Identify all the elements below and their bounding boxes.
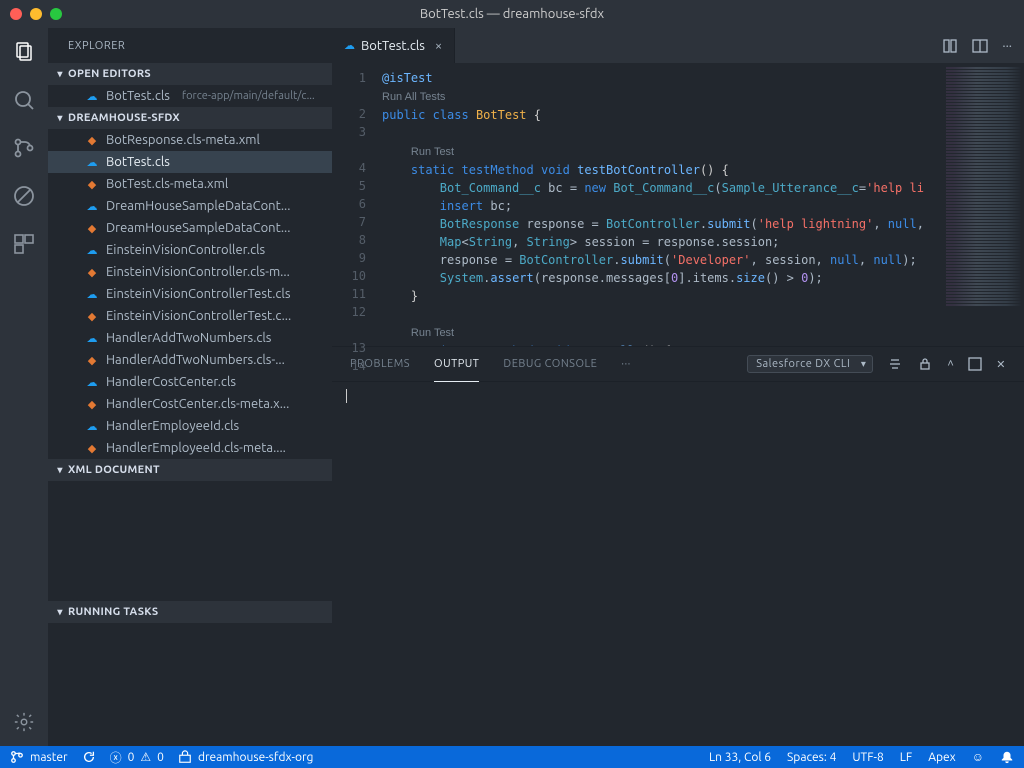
file-item[interactable]: ◆HandlerEmployeeId.cls-meta.... (48, 437, 332, 459)
xml-file-icon: ◆ (84, 220, 100, 236)
codelens-run-test[interactable]: Run Test (411, 327, 454, 339)
section-xml-document[interactable]: ▾XML DOCUMENT (48, 459, 332, 481)
search-icon[interactable] (10, 86, 38, 114)
salesforce-icon: ☁ (84, 88, 100, 104)
minimap[interactable] (944, 63, 1024, 346)
status-problems[interactable]: ⓧ0 ⚠0 (110, 749, 164, 766)
explorer-icon[interactable] (10, 38, 38, 66)
code-body[interactable]: @isTest Run All Tests public class BotTe… (382, 63, 944, 346)
salesforce-icon: ☁ (84, 418, 100, 434)
salesforce-icon: ☁ (84, 198, 100, 214)
status-branch[interactable]: master (10, 750, 68, 764)
codelens-run-test[interactable]: Run Test (411, 146, 454, 158)
file-item[interactable]: ☁HandlerCostCenter.cls (48, 371, 332, 393)
salesforce-icon: ☁ (84, 330, 100, 346)
section-project[interactable]: ▾DREAMHOUSE-SFDX (48, 107, 332, 129)
compare-changes-icon[interactable] (942, 38, 958, 54)
output-channel-select[interactable]: Salesforce DX CLI (747, 355, 873, 373)
file-item[interactable]: ☁EinsteinVisionController.cls (48, 239, 332, 261)
tab-output[interactable]: OUTPUT (434, 347, 479, 382)
xml-file-icon: ◆ (84, 264, 100, 280)
file-item[interactable]: ◆HandlerCostCenter.cls-meta.x... (48, 393, 332, 415)
xml-file-icon: ◆ (84, 352, 100, 368)
panel-tabs: PROBLEMS OUTPUT DEBUG CONSOLE ··· Salesf… (332, 347, 1024, 382)
tab-debug-console[interactable]: DEBUG CONSOLE (503, 347, 597, 382)
xml-document-panel (48, 481, 332, 601)
salesforce-icon: ☁ (344, 39, 355, 52)
chevron-down-icon: ▾ (52, 68, 68, 80)
file-item[interactable]: ◆EinsteinVisionController.cls-m... (48, 261, 332, 283)
file-item[interactable]: ☁HandlerAddTwoNumbers.cls (48, 327, 332, 349)
xml-file-icon: ◆ (84, 132, 100, 148)
file-item[interactable]: ◆BotResponse.cls-meta.xml (48, 129, 332, 151)
close-tab-icon[interactable]: × (435, 39, 442, 53)
xml-file-icon: ◆ (84, 396, 100, 412)
source-control-icon[interactable] (10, 134, 38, 162)
tab-label: BotTest.cls (361, 39, 425, 53)
chevron-down-icon: ▾ (52, 606, 68, 618)
editor-tabs: ☁ BotTest.cls × ··· (332, 28, 1024, 63)
salesforce-icon: ☁ (84, 154, 100, 170)
xml-file-icon: ◆ (84, 176, 100, 192)
window-title: BotTest.cls — dreamhouse-sfdx (0, 7, 1024, 21)
file-item[interactable]: ☁EinsteinVisionControllerTest.cls (48, 283, 332, 305)
notifications-icon[interactable] (1000, 750, 1014, 764)
file-item[interactable]: ◆DreamHouseSampleDataCont... (48, 217, 332, 239)
xml-file-icon: ◆ (84, 440, 100, 456)
settings-gear-icon[interactable] (10, 708, 38, 736)
status-cursor-pos[interactable]: Ln 33, Col 6 (709, 751, 771, 764)
debug-icon[interactable] (10, 182, 38, 210)
chevron-down-icon: ▾ (52, 464, 68, 476)
maximize-panel-icon[interactable] (968, 357, 982, 371)
feedback-icon[interactable]: ☺ (972, 750, 984, 764)
editor[interactable]: 1234567891011121314 @isTest Run All Test… (332, 63, 1024, 346)
status-encoding[interactable]: UTF-8 (852, 751, 883, 764)
collapse-panel-icon[interactable]: ˄ (947, 358, 954, 370)
salesforce-icon: ☁ (84, 286, 100, 302)
status-sync[interactable] (82, 750, 96, 764)
activity-bar (0, 28, 48, 746)
more-views-icon[interactable]: ··· (621, 347, 631, 382)
chevron-down-icon: ▾ (52, 112, 68, 124)
clear-output-icon[interactable] (887, 356, 903, 372)
extensions-icon[interactable] (10, 230, 38, 258)
file-item[interactable]: ☁HandlerEmployeeId.cls (48, 415, 332, 437)
status-eol[interactable]: LF (900, 751, 912, 764)
sidebar: EXPLORER ▾OPEN EDITORS ☁ BotTest.cls for… (48, 28, 332, 746)
section-running-tasks[interactable]: ▾RUNNING TASKS (48, 601, 332, 623)
open-editor-item[interactable]: ☁ BotTest.cls force-app/main/default/c..… (48, 85, 332, 107)
status-bar: master ⓧ0 ⚠0 dreamhouse-sfdx-org Ln 33, … (0, 746, 1024, 768)
salesforce-icon: ☁ (84, 374, 100, 390)
salesforce-icon: ☁ (84, 242, 100, 258)
output-body[interactable] (332, 382, 1024, 746)
tab-actions: ··· (942, 28, 1024, 63)
close-panel-icon[interactable]: ✕ (996, 358, 1006, 371)
running-tasks-panel (48, 623, 332, 746)
section-open-editors[interactable]: ▾OPEN EDITORS (48, 63, 332, 85)
xml-file-icon: ◆ (84, 308, 100, 324)
status-org[interactable]: dreamhouse-sfdx-org (178, 750, 314, 764)
status-language[interactable]: Apex (928, 751, 956, 764)
editor-tab[interactable]: ☁ BotTest.cls × (332, 28, 455, 63)
file-item[interactable]: ☁DreamHouseSampleDataCont... (48, 195, 332, 217)
more-actions-icon[interactable]: ··· (1002, 39, 1012, 53)
file-item[interactable]: ◆BotTest.cls-meta.xml (48, 173, 332, 195)
file-item[interactable]: ◆HandlerAddTwoNumbers.cls-... (48, 349, 332, 371)
bottom-panel: PROBLEMS OUTPUT DEBUG CONSOLE ··· Salesf… (332, 346, 1024, 746)
split-editor-icon[interactable] (972, 38, 988, 54)
codelens-run-all[interactable]: Run All Tests (382, 91, 445, 103)
status-indentation[interactable]: Spaces: 4 (787, 751, 836, 764)
line-numbers: 1234567891011121314 (332, 63, 382, 346)
file-item[interactable]: ☁BotTest.cls (48, 151, 332, 173)
lock-scroll-icon[interactable] (917, 356, 933, 372)
sidebar-title: EXPLORER (48, 28, 332, 63)
titlebar: BotTest.cls — dreamhouse-sfdx (0, 0, 1024, 28)
file-item[interactable]: ◆EinsteinVisionControllerTest.c... (48, 305, 332, 327)
